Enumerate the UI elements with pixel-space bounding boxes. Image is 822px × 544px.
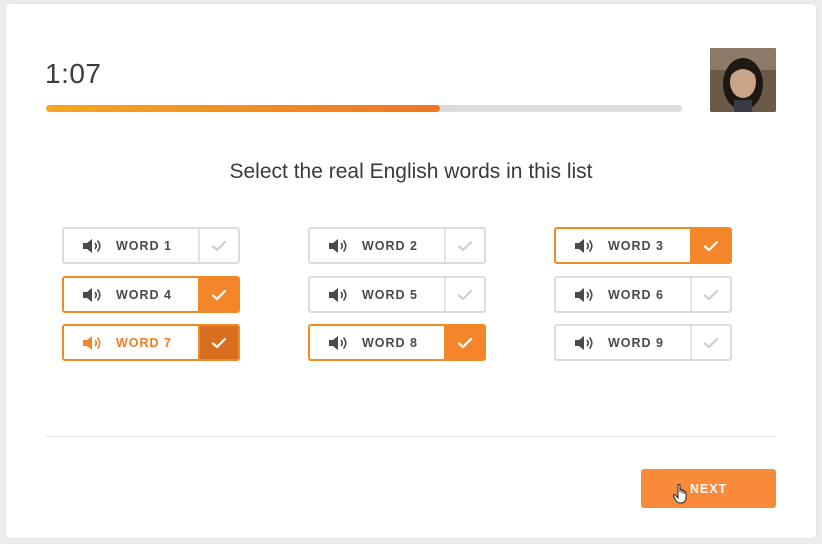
- word-option-6[interactable]: WORD 6: [554, 276, 732, 313]
- speaker-icon[interactable]: [82, 334, 104, 352]
- word-play-area[interactable]: WORD 3: [556, 229, 690, 262]
- question-prompt: Select the real English words in this li…: [229, 160, 593, 183]
- test-card: [6, 4, 816, 538]
- check-icon[interactable]: [198, 229, 238, 262]
- webcam-avatar: [710, 48, 776, 112]
- check-icon[interactable]: [690, 229, 730, 262]
- check-icon[interactable]: [198, 326, 238, 359]
- speaker-icon[interactable]: [574, 237, 596, 255]
- speaker-icon[interactable]: [328, 237, 350, 255]
- word-play-area[interactable]: WORD 5: [310, 278, 444, 311]
- hand-cursor-icon: [673, 484, 687, 504]
- word-label: WORD 1: [116, 238, 172, 253]
- check-icon[interactable]: [690, 278, 730, 311]
- word-label: WORD 4: [116, 287, 172, 302]
- check-icon[interactable]: [444, 229, 484, 262]
- check-icon[interactable]: [444, 326, 484, 359]
- word-label: WORD 3: [608, 238, 664, 253]
- word-option-3[interactable]: WORD 3: [554, 227, 732, 264]
- word-play-area[interactable]: WORD 1: [64, 229, 198, 262]
- word-option-7[interactable]: WORD 7: [62, 324, 240, 361]
- next-button[interactable]: NEXT: [641, 469, 776, 508]
- speaker-icon[interactable]: [82, 286, 104, 304]
- word-play-area[interactable]: WORD 6: [556, 278, 690, 311]
- webcam-image: [710, 48, 776, 112]
- word-option-8[interactable]: WORD 8: [308, 324, 486, 361]
- speaker-icon[interactable]: [574, 286, 596, 304]
- timer: 1:07: [45, 58, 102, 89]
- word-option-4[interactable]: WORD 4: [62, 276, 240, 313]
- check-icon[interactable]: [690, 326, 730, 359]
- word-play-area[interactable]: WORD 4: [64, 278, 198, 311]
- next-button-label: NEXT: [689, 481, 728, 496]
- check-icon[interactable]: [444, 278, 484, 311]
- word-label: WORD 6: [608, 287, 664, 302]
- word-option-9[interactable]: WORD 9: [554, 324, 732, 361]
- progress-fill: [46, 105, 441, 112]
- word-label: WORD 8: [362, 335, 418, 350]
- word-play-area[interactable]: WORD 7: [64, 326, 198, 359]
- speaker-icon[interactable]: [328, 334, 350, 352]
- word-label: WORD 7: [116, 335, 172, 350]
- word-play-area[interactable]: WORD 8: [310, 326, 444, 359]
- word-play-area[interactable]: WORD 9: [556, 326, 690, 359]
- speaker-icon[interactable]: [574, 334, 596, 352]
- speaker-icon[interactable]: [82, 237, 104, 255]
- divider: [46, 436, 776, 437]
- word-label: WORD 9: [608, 335, 664, 350]
- word-option-5[interactable]: WORD 5: [308, 276, 486, 313]
- speaker-icon[interactable]: [328, 286, 350, 304]
- progress-bar: [46, 105, 682, 112]
- word-option-2[interactable]: WORD 2: [308, 227, 486, 264]
- word-option-1[interactable]: WORD 1: [62, 227, 240, 264]
- word-label: WORD 5: [362, 287, 418, 302]
- word-label: WORD 2: [362, 238, 418, 253]
- check-icon[interactable]: [198, 278, 238, 311]
- word-play-area[interactable]: WORD 2: [310, 229, 444, 262]
